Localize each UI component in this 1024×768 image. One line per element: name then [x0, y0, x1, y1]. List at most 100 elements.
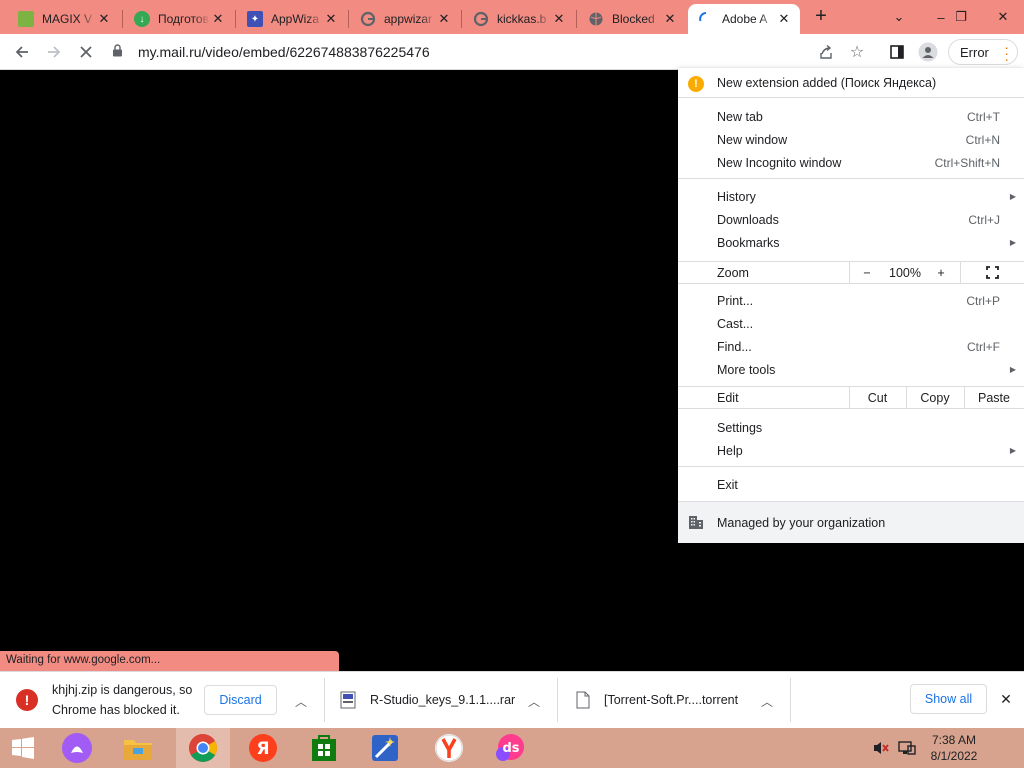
zoom-in-button[interactable]: +	[925, 262, 957, 283]
menu-item-new-incognito[interactable]: New Incognito window Ctrl+Shift+N	[678, 151, 1024, 174]
building-icon	[689, 516, 703, 529]
appwizard-icon: ✦	[247, 11, 263, 27]
menu-item-new-tab[interactable]: New tab Ctrl+T	[678, 105, 1024, 128]
download-item-rstudio[interactable]: R-Studio_keys_9.1.1....rar	[340, 678, 520, 722]
menu-shortcut: Ctrl+J	[968, 212, 1000, 227]
tab-appwizar-google[interactable]: appwizar ✕	[350, 4, 460, 34]
globe-icon	[588, 11, 604, 27]
close-icon[interactable]: ✕	[436, 11, 452, 27]
close-icon[interactable]: ✕	[776, 11, 792, 27]
menu-label: More tools	[717, 362, 776, 377]
yandex-ya-icon[interactable]: Я	[240, 728, 286, 768]
menu-label: Exit	[717, 477, 738, 492]
loading-icon	[698, 11, 714, 27]
close-icon[interactable]: ✕	[551, 11, 567, 27]
window-close-icon[interactable]: ✕	[982, 0, 1024, 34]
edit-label: Edit	[717, 391, 739, 405]
paste-button[interactable]: Paste	[964, 387, 1024, 408]
menu-item-cast[interactable]: Cast...	[678, 312, 1024, 335]
windows-start-icon[interactable]	[0, 728, 46, 768]
side-panel-icon[interactable]	[883, 38, 911, 66]
menu-item-print[interactable]: Print... Ctrl+P	[678, 289, 1024, 312]
menu-shortcut: Ctrl+N	[965, 132, 1000, 147]
zoom-out-button[interactable]: −	[849, 262, 885, 283]
appwizard-icon[interactable]	[362, 728, 408, 768]
tab-appwizard[interactable]: ✦ AppWiza ✕	[237, 4, 347, 34]
menu-label: Bookmarks	[717, 235, 780, 250]
menu-edit-row: Edit Cut Copy Paste	[678, 386, 1024, 409]
error-menu-button[interactable]: Error · · ·	[948, 39, 1018, 66]
menu-item-find[interactable]: Find... Ctrl+F	[678, 335, 1024, 358]
chevron-up-icon[interactable]: ︿	[293, 693, 309, 709]
menu-item-more-tools[interactable]: More tools ▶	[678, 358, 1024, 381]
url-text[interactable]: my.mail.ru/video/embed/62267488387622547…	[138, 44, 430, 60]
forward-arrow-icon[interactable]	[40, 38, 68, 66]
menu-item-extension-notice[interactable]: ! New extension added (Поиск Яндекса)	[678, 71, 1024, 94]
back-arrow-icon[interactable]	[8, 38, 36, 66]
ds-icon[interactable]: ds	[487, 728, 533, 768]
close-icon[interactable]: ✕	[96, 11, 112, 27]
tab-magix[interactable]: MAGIX V ✕	[8, 4, 120, 34]
menu-label: Print...	[717, 293, 754, 308]
close-icon[interactable]: ✕	[210, 11, 226, 27]
menu-item-bookmarks[interactable]: Bookmarks ▶	[678, 231, 1024, 254]
menu-shortcut: Ctrl+F	[967, 339, 1000, 354]
tab-podgotov[interactable]: ↓ Подготов ✕	[124, 4, 234, 34]
download-item-dangerous[interactable]: ! khjhj.zip is dangerous, so Chrome has …	[16, 678, 196, 722]
menu-shortcut: Ctrl+T	[967, 109, 1000, 124]
lock-icon[interactable]	[112, 44, 128, 60]
close-icon[interactable]: ✕	[323, 11, 339, 27]
file-explorer-icon[interactable]	[115, 728, 161, 768]
zoom-label: Zoom	[717, 266, 749, 280]
restore-icon[interactable]: ❐	[940, 0, 982, 34]
menu-zoom-row: Zoom − 100% +	[678, 261, 1024, 284]
menu-item-downloads[interactable]: Downloads Ctrl+J	[678, 208, 1024, 231]
danger-icon: !	[16, 689, 38, 711]
chevron-up-icon[interactable]: ︿	[759, 693, 775, 709]
tab-blocked[interactable]: Blocked ✕	[578, 4, 686, 34]
menu-label: New window	[717, 132, 788, 147]
tab-title: Blocked	[612, 12, 655, 26]
network-icon[interactable]	[894, 728, 920, 768]
status-bubble: Waiting for www.google.com...	[0, 651, 339, 671]
menu-item-exit[interactable]: Exit	[678, 473, 1024, 496]
chevron-up-icon[interactable]: ︿	[526, 693, 542, 709]
close-shelf-icon[interactable]: ✕	[998, 691, 1014, 707]
alice-icon[interactable]	[54, 728, 100, 768]
close-icon[interactable]: ✕	[662, 11, 678, 27]
volume-muted-icon[interactable]	[868, 728, 894, 768]
profile-avatar-icon[interactable]	[914, 38, 942, 66]
menu-item-settings[interactable]: Settings	[678, 416, 1024, 439]
tab-adobe-active[interactable]: Adobe A ✕	[688, 4, 800, 34]
tab-title: kickkas.b	[497, 12, 547, 26]
menu-item-new-window[interactable]: New window Ctrl+N	[678, 128, 1024, 151]
stop-loading-icon[interactable]	[72, 38, 100, 66]
menu-item-managed[interactable]: Managed by your organization	[678, 501, 1024, 543]
cut-button[interactable]: Cut	[849, 387, 906, 408]
new-tab-plus-icon[interactable]: +	[810, 6, 832, 28]
submenu-arrow-icon: ▶	[1009, 238, 1016, 247]
chrome-icon[interactable]	[176, 728, 230, 768]
address-bar[interactable]: my.mail.ru/video/embed/62267488387622547…	[112, 38, 802, 66]
magix-icon	[18, 11, 34, 27]
clock-time: 7:38 AM	[931, 733, 977, 747]
google-icon	[360, 11, 376, 27]
menu-label: New Incognito window	[717, 155, 842, 170]
yandex-browser-icon[interactable]	[426, 728, 472, 768]
menu-item-help[interactable]: Help ▶	[678, 439, 1024, 462]
show-all-button[interactable]: Show all	[910, 684, 987, 714]
tab-kickkas-google[interactable]: kickkas.b ✕	[463, 4, 575, 34]
download-item-torrent[interactable]: [Torrent-Soft.Pr....torrent	[576, 678, 756, 722]
store-icon[interactable]	[301, 728, 347, 768]
share-icon[interactable]	[812, 38, 840, 66]
bookmark-star-icon[interactable]: ☆	[843, 38, 871, 66]
fullscreen-icon[interactable]	[961, 262, 1024, 283]
tab-title: AppWiza	[271, 12, 320, 26]
copy-button[interactable]: Copy	[906, 387, 964, 408]
menu-shortcut: Ctrl+Shift+N	[934, 155, 1000, 170]
google-icon	[473, 11, 489, 27]
discard-button[interactable]: Discard	[204, 685, 277, 715]
taskbar-clock[interactable]: 7:38 AM 8/1/2022	[928, 732, 980, 764]
tab-search-chevron-icon[interactable]: ⌄	[878, 0, 920, 34]
menu-item-history[interactable]: History ▶	[678, 185, 1024, 208]
